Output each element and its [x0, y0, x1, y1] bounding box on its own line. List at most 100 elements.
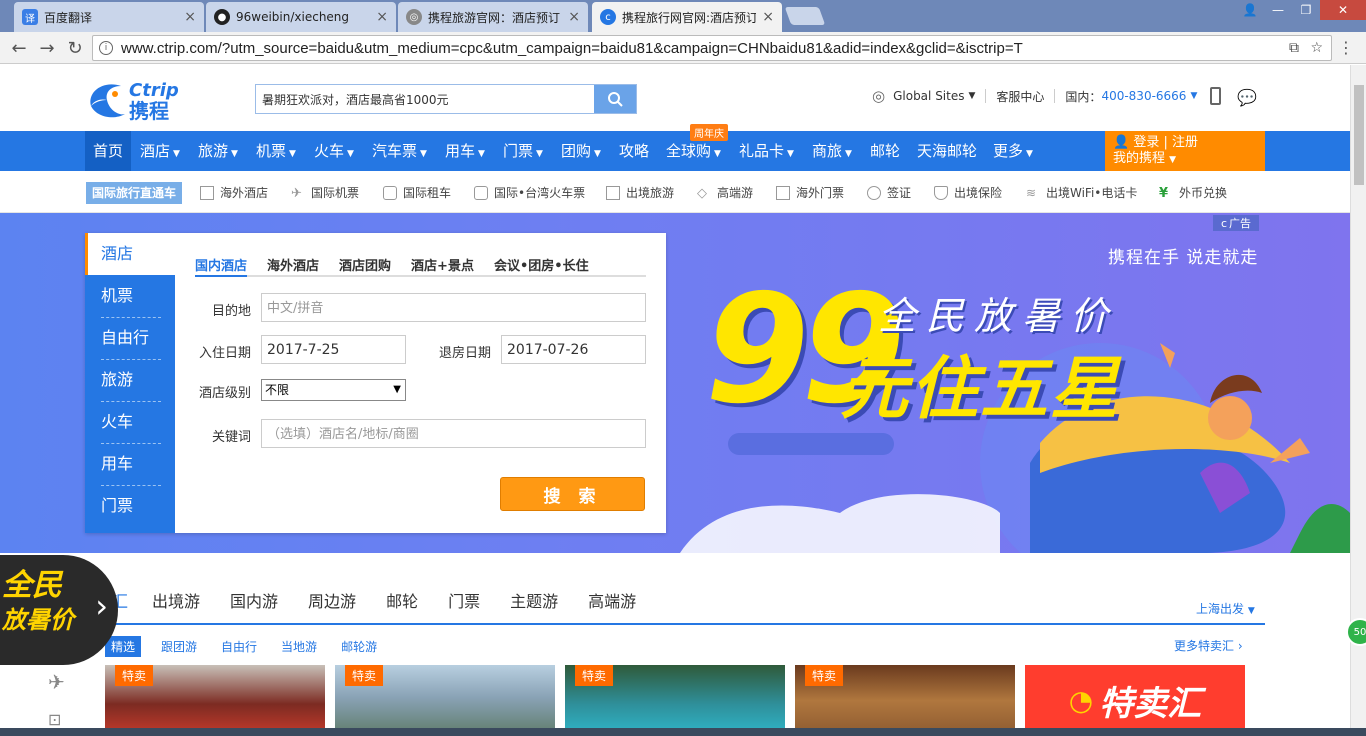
- nav-item-flight[interactable]: 机票 ▼: [248, 131, 304, 171]
- new-tab-button[interactable]: [784, 7, 826, 25]
- close-icon[interactable]: ×: [762, 9, 774, 25]
- hotel-level-select[interactable]: 不限 ▼: [261, 379, 406, 401]
- nav-item-bus[interactable]: 汽车票 ▼: [364, 131, 435, 171]
- category-ticket[interactable]: 门票: [85, 485, 175, 527]
- vacation-tab[interactable]: 门票: [448, 588, 480, 612]
- category-travel[interactable]: 旅游: [85, 359, 175, 401]
- vacation-tab[interactable]: 高端游: [588, 588, 636, 612]
- vacation-tab[interactable]: 邮轮: [386, 588, 418, 612]
- floating-badge[interactable]: 50: [1346, 618, 1366, 646]
- subnav-item[interactable]: ¥ 外币兑换: [1159, 184, 1227, 201]
- service-center-link[interactable]: 客服中心: [996, 88, 1044, 105]
- tab-domestic-hotel[interactable]: 国内酒店: [195, 255, 248, 277]
- more-deals-link[interactable]: 更多特卖汇 ›: [1174, 637, 1243, 654]
- forward-icon[interactable]: →: [36, 37, 58, 59]
- keyword-input[interactable]: [261, 419, 646, 448]
- mobile-icon[interactable]: [1210, 87, 1221, 105]
- my-ctrip-link[interactable]: 我的携程: [1113, 151, 1165, 166]
- browser-tab[interactable]: ● 96weibin/xiecheng ×: [206, 2, 396, 32]
- nav-item-home[interactable]: 首页: [85, 131, 132, 171]
- nav-item-giftcard[interactable]: 礼品卡 ▼: [731, 131, 802, 171]
- nav-item-travel[interactable]: 旅游 ▼: [190, 131, 246, 171]
- close-icon[interactable]: ×: [376, 9, 388, 25]
- browser-tab-active[interactable]: c 携程旅行网官网:酒店预订 ×: [592, 2, 782, 32]
- subnav-item[interactable]: 出境旅游: [606, 184, 674, 201]
- maximize-icon[interactable]: ❐: [1292, 0, 1320, 20]
- nav-item-ticket[interactable]: 门票 ▼: [495, 131, 551, 171]
- car-icon[interactable]: ⊡: [48, 710, 61, 729]
- category-train[interactable]: 火车: [85, 401, 175, 443]
- hotel-search-button[interactable]: 搜 索: [500, 477, 645, 511]
- tab-overseas-hotel[interactable]: 海外酒店: [267, 255, 319, 275]
- minimize-icon[interactable]: —: [1264, 0, 1292, 20]
- nav-item-train[interactable]: 火车 ▼: [306, 131, 362, 171]
- destination-input[interactable]: [261, 293, 646, 322]
- user-icon[interactable]: 👤: [1236, 0, 1264, 20]
- site-search-input[interactable]: [256, 85, 594, 113]
- tab-hotel-groupbuy[interactable]: 酒店团购: [339, 255, 391, 275]
- plane-icon[interactable]: ✈: [48, 670, 65, 694]
- browser-tab[interactable]: 译 百度翻译 ×: [14, 2, 204, 32]
- category-self-guided[interactable]: 自由行: [85, 317, 175, 359]
- browser-menu-icon[interactable]: ⋮: [1338, 38, 1354, 57]
- reload-icon[interactable]: ↻: [64, 37, 86, 59]
- nav-item-cruise[interactable]: 邮轮: [862, 131, 908, 171]
- deal-card[interactable]: 特卖: [105, 665, 325, 736]
- checkin-date-input[interactable]: [261, 335, 406, 364]
- subtab-self-guided[interactable]: 自由行: [221, 638, 257, 655]
- special-sale-banner[interactable]: ◔ 特卖汇: [1025, 665, 1245, 736]
- vacation-tab[interactable]: 国内游: [230, 588, 278, 612]
- category-car[interactable]: 用车: [85, 443, 175, 485]
- login-link[interactable]: 登录: [1133, 135, 1159, 150]
- promo-banner[interactable]: c 广告 携程在手 说走就走 99 全民放暑价 元住五星 酒店 机票 自由行 旅游…: [0, 213, 1350, 553]
- address-bar[interactable]: i www.ctrip.com/?utm_source=baidu&utm_me…: [92, 35, 1332, 61]
- subnav-item[interactable]: ◇ 高端游: [697, 184, 753, 201]
- floating-promo-ad[interactable]: 全民 放暑价 ›: [0, 555, 118, 665]
- subnav-item[interactable]: ≋ 出境WiFi•电话卡: [1026, 184, 1137, 201]
- close-icon[interactable]: ×: [184, 9, 196, 25]
- subtab-local-tour[interactable]: 当地游: [281, 638, 317, 655]
- vacation-tab[interactable]: 周边游: [308, 588, 356, 612]
- register-link[interactable]: 注册: [1172, 135, 1198, 150]
- back-icon[interactable]: ←: [8, 37, 30, 59]
- hotline-phone[interactable]: 400-830-6666: [1101, 89, 1186, 103]
- nav-item-skysea-cruise[interactable]: 天海邮轮: [909, 131, 985, 171]
- wechat-icon[interactable]: 💬: [1237, 88, 1257, 107]
- subnav-item[interactable]: 签证: [867, 184, 911, 201]
- subnav-item[interactable]: 国际租车: [383, 184, 451, 201]
- vacation-tab[interactable]: 主题游: [510, 588, 558, 612]
- category-flight[interactable]: 机票: [85, 275, 175, 317]
- subnav-item[interactable]: ✈ 国际机票: [291, 184, 359, 201]
- subnav-item[interactable]: 海外门票: [776, 184, 844, 201]
- deal-card[interactable]: 特卖: [565, 665, 785, 736]
- url-text[interactable]: www.ctrip.com/?utm_source=baidu&utm_medi…: [121, 40, 1023, 57]
- tab-meeting[interactable]: 会议•团房•长住: [494, 255, 589, 275]
- subnav-item[interactable]: 海外酒店: [200, 184, 268, 201]
- nav-item-car[interactable]: 用车 ▼: [437, 131, 493, 171]
- checkout-date-input[interactable]: [501, 335, 646, 364]
- deal-card[interactable]: 特卖: [795, 665, 1015, 736]
- subnav-item[interactable]: 国际•台湾火车票: [474, 184, 585, 201]
- subtab-cruise[interactable]: 邮轮游: [341, 638, 377, 655]
- scrollbar-thumb[interactable]: [1354, 85, 1364, 185]
- subnav-item[interactable]: 出境保险: [934, 184, 1002, 201]
- departure-select[interactable]: 上海出发 ▼: [1196, 600, 1255, 617]
- nav-item-guide[interactable]: 攻略: [611, 131, 657, 171]
- subtab-featured[interactable]: 精选: [105, 636, 142, 657]
- nav-item-hotel[interactable]: 酒店 ▼: [132, 131, 188, 171]
- subtab-group-tour[interactable]: 跟团游: [161, 638, 197, 655]
- bookmark-star-icon[interactable]: ☆: [1310, 40, 1323, 56]
- search-button[interactable]: [594, 85, 636, 113]
- category-hotel[interactable]: 酒店: [85, 233, 175, 275]
- browser-tab[interactable]: ◎ 携程旅游官网：酒店预订 ×: [398, 2, 588, 32]
- ctrip-logo[interactable]: Ctrip 携程: [85, 76, 205, 123]
- deal-card[interactable]: 特卖: [335, 665, 555, 736]
- vacation-tab[interactable]: 出境游: [152, 588, 200, 612]
- nav-item-more[interactable]: 更多 ▼: [985, 131, 1041, 171]
- close-icon[interactable]: ×: [568, 9, 580, 25]
- nav-item-business[interactable]: 商旅 ▼: [804, 131, 860, 171]
- extension-icon[interactable]: ⧉: [1289, 40, 1299, 56]
- nav-item-groupbuy[interactable]: 团购 ▼: [553, 131, 609, 171]
- window-close-icon[interactable]: ✕: [1320, 0, 1366, 20]
- info-icon[interactable]: i: [99, 41, 113, 55]
